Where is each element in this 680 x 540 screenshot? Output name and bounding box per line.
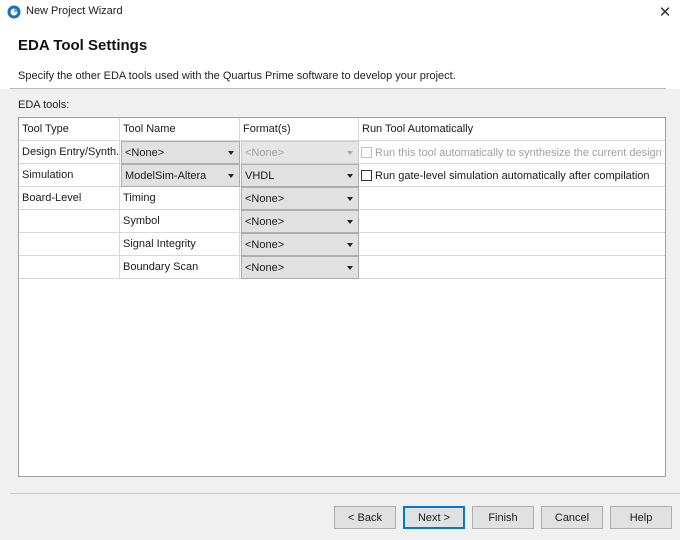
table-row-type: Board-Level: [19, 187, 120, 210]
page-title: EDA Tool Settings: [18, 37, 148, 54]
table-cell: [359, 210, 665, 233]
footer-divider: [10, 493, 680, 494]
run-gate-level-simulation-label[interactable]: Run gate-level simulation automatically …: [375, 170, 650, 182]
eda-tools-table: Tool Type Tool Name Format(s) Run Tool A…: [18, 117, 666, 477]
chevron-down-icon: [347, 220, 353, 224]
chevron-down-icon: [228, 174, 234, 178]
column-header-tool-name: Tool Name: [120, 118, 240, 141]
help-button[interactable]: Help: [610, 506, 672, 529]
table-cell: [359, 256, 665, 279]
table-row-type: [19, 210, 120, 233]
dropdown-value: <None>: [125, 146, 165, 159]
dropdown-value: VHDL: [245, 169, 275, 182]
dropdown-value: ModelSim-Altera: [125, 169, 207, 182]
dropdown-value: <None>: [245, 261, 285, 274]
finish-button[interactable]: Finish: [472, 506, 534, 529]
format-dropdown-boundary-scan[interactable]: <None>: [241, 256, 359, 279]
title-bar: New Project Wizard ✕: [0, 0, 680, 24]
chevron-down-icon: [228, 151, 234, 155]
table-cell: [359, 233, 665, 256]
cancel-button[interactable]: Cancel: [541, 506, 603, 529]
board-level-tool-signal-integrity: Signal Integrity: [120, 233, 240, 256]
chevron-down-icon: [347, 151, 353, 155]
tool-name-dropdown-simulation[interactable]: ModelSim-Altera: [121, 164, 240, 187]
back-button[interactable]: < Back: [334, 506, 396, 529]
board-level-tool-boundary-scan: Boundary Scan: [120, 256, 240, 279]
table-row-type: Simulation: [19, 164, 120, 187]
chevron-down-icon: [347, 197, 353, 201]
chevron-down-icon: [347, 243, 353, 247]
format-dropdown-signal-integrity[interactable]: <None>: [241, 233, 359, 256]
wizard-header: EDA Tool Settings Specify the other EDA …: [0, 24, 680, 88]
table-row-type: [19, 256, 120, 279]
board-level-tool-symbol: Symbol: [120, 210, 240, 233]
next-button[interactable]: Next >: [403, 506, 465, 529]
format-dropdown-symbol[interactable]: <None>: [241, 210, 359, 233]
tool-name-dropdown-design-entry[interactable]: <None>: [121, 141, 240, 164]
chevron-down-icon: [347, 174, 353, 178]
dropdown-value: <None>: [245, 146, 285, 159]
dropdown-value: <None>: [245, 238, 285, 251]
format-dropdown-simulation[interactable]: VHDL: [241, 164, 359, 187]
format-dropdown-timing[interactable]: <None>: [241, 187, 359, 210]
dropdown-value: <None>: [245, 215, 285, 228]
column-header-tool-type: Tool Type: [19, 118, 120, 141]
quartus-app-icon: [7, 5, 21, 19]
format-dropdown-design-entry: <None>: [241, 141, 359, 164]
run-gate-level-simulation-checkbox[interactable]: [361, 170, 372, 181]
window-title: New Project Wizard: [26, 5, 123, 17]
eda-tools-label: EDA tools:: [18, 99, 70, 111]
dropdown-value: <None>: [245, 192, 285, 205]
run-synthesis-checkbox: [361, 147, 372, 158]
board-level-tool-timing: Timing: [120, 187, 240, 210]
table-cell: [359, 187, 665, 210]
column-header-formats: Format(s): [240, 118, 359, 141]
column-header-run-automatically: Run Tool Automatically: [359, 118, 665, 141]
table-row-type: [19, 233, 120, 256]
close-icon[interactable]: ✕: [650, 0, 680, 24]
run-synthesis-label: Run this tool automatically to synthesiz…: [375, 147, 662, 159]
page-description: Specify the other EDA tools used with th…: [18, 70, 456, 82]
table-row-type: Design Entry/Synth...: [19, 141, 120, 164]
chevron-down-icon: [347, 266, 353, 270]
